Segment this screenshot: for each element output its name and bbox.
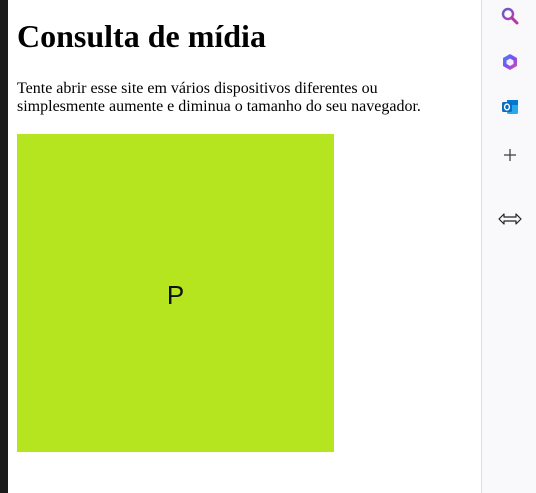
sidebar-add-button[interactable] (497, 142, 523, 168)
page-title: Consulta de mídia (17, 18, 266, 54)
copilot-icon (503, 54, 517, 70)
resize-horizontal-icon (498, 213, 522, 225)
add-icon (504, 149, 516, 161)
window-left-edge (0, 0, 8, 493)
sidebar-resize-button[interactable] (497, 206, 523, 232)
sidebar-search-button[interactable] (497, 3, 523, 29)
page-description: Tente abrir esse site em vários disposit… (17, 80, 421, 115)
media-box-text: P (166, 280, 185, 310)
browser-sidebar (481, 0, 536, 493)
sidebar-copilot-button[interactable] (497, 49, 523, 75)
web-page: Consulta de mídia Tente abrir esse site … (8, 0, 481, 493)
media-query-box: P (17, 134, 334, 452)
sidebar-outlook-button[interactable] (497, 94, 523, 120)
search-icon (501, 7, 519, 25)
outlook-icon (502, 100, 518, 114)
